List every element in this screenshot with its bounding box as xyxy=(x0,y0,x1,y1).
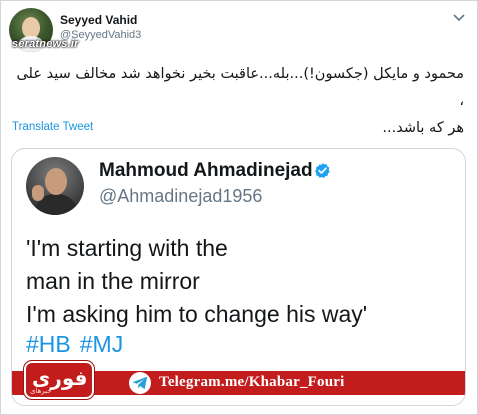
channel-footer: فوری خبرهای Telegram.me/Khabar_Fouri xyxy=(12,361,465,405)
quoted-author-handle[interactable]: @Ahmadinejad1956 xyxy=(99,186,262,207)
hashtag-link[interactable]: #MJ xyxy=(80,331,123,357)
telegram-icon xyxy=(129,372,151,394)
quoted-tweet-card[interactable]: Mahmoud Ahmadinejad @Ahmadinejad1956 'I'… xyxy=(11,148,466,406)
avatar-face xyxy=(45,168,67,195)
tweet-text-line: محمود و مایکل (جکسون!)...بله...عاقبت بخی… xyxy=(16,66,464,109)
avatar-hand xyxy=(32,185,44,201)
quoted-tweet-text: 'I'm starting with the man in the mirror… xyxy=(26,232,458,331)
hashtags: #HB #MJ xyxy=(26,331,132,358)
quoted-text-line: 'I'm starting with the xyxy=(26,235,228,261)
hashtag-link[interactable]: #HB xyxy=(26,331,71,357)
verified-icon xyxy=(314,163,330,178)
telegram-channel-link[interactable]: Telegram.me/Khabar_Fouri xyxy=(159,374,344,391)
quoted-author-name[interactable]: Mahmoud Ahmadinejad xyxy=(99,160,313,182)
quoted-text-line: I'm asking him to change his way' xyxy=(26,301,368,327)
quoted-text-line: man in the mirror xyxy=(26,268,200,294)
chevron-down-icon[interactable] xyxy=(452,12,466,26)
author-name[interactable]: Seyyed Vahid xyxy=(60,13,137,27)
channel-logo: فوری خبرهای xyxy=(24,361,94,399)
translate-tweet-link[interactable]: Translate Tweet xyxy=(12,121,93,133)
quoted-avatar[interactable] xyxy=(26,157,84,215)
author-handle[interactable]: @SeyyedVahid3 xyxy=(60,29,141,41)
logo-subtext: خبرهای xyxy=(30,387,52,395)
